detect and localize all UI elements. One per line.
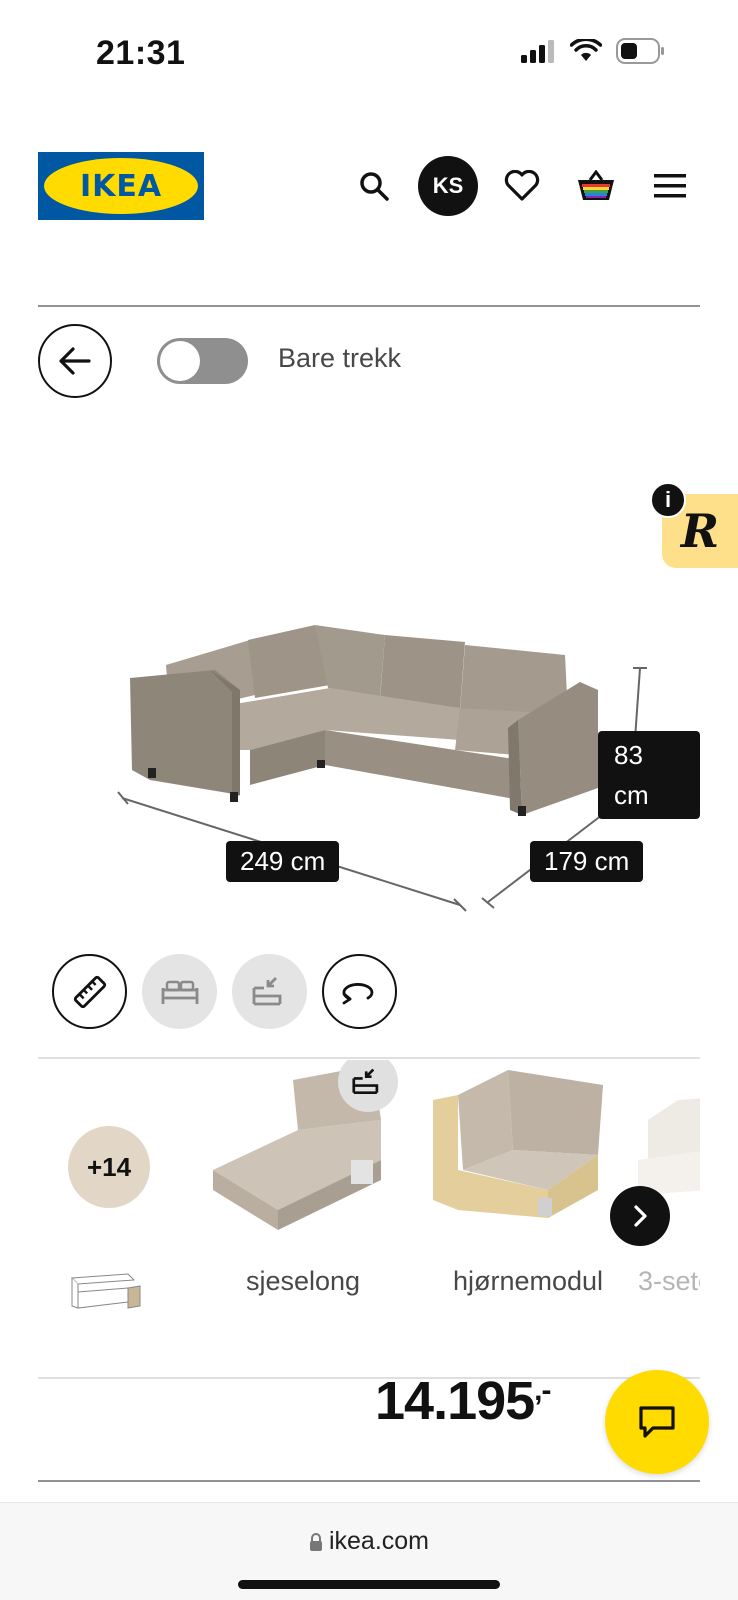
price-top-divider bbox=[38, 1377, 700, 1379]
ikea-logo[interactable]: IKEA bbox=[38, 152, 204, 220]
battery-icon bbox=[616, 38, 664, 64]
price-amount: 14.195 bbox=[375, 1371, 535, 1431]
measure-button[interactable] bbox=[52, 954, 127, 1029]
corner-module-image bbox=[433, 1070, 603, 1218]
status-time: 21:31 bbox=[96, 34, 186, 72]
ruler-icon bbox=[73, 975, 106, 1008]
chaise-icon bbox=[352, 1068, 379, 1094]
rotate-icon bbox=[342, 982, 373, 1004]
menu-button[interactable] bbox=[640, 156, 700, 216]
rotate-button[interactable] bbox=[322, 954, 397, 1029]
module-label: hjørnemodul bbox=[452, 1266, 604, 1296]
basket-button[interactable] bbox=[566, 156, 626, 216]
chaise-icon bbox=[252, 976, 281, 1005]
search-icon bbox=[360, 172, 389, 201]
price-bottom-divider bbox=[38, 1480, 700, 1482]
module-carousel: +14 sjeselong hjørnemodul 3-set bbox=[38, 1060, 700, 1320]
covers-only-toggle[interactable] bbox=[157, 338, 248, 384]
r-logo-icon: R bbox=[680, 504, 720, 558]
heart-icon bbox=[504, 170, 540, 201]
info-icon[interactable]: i bbox=[650, 482, 686, 518]
carousel-next-button[interactable] bbox=[610, 1186, 670, 1246]
avatar: KS bbox=[418, 156, 478, 216]
tools-divider bbox=[38, 1057, 700, 1059]
chat-icon bbox=[639, 1406, 675, 1438]
site-header: IKEA KS bbox=[38, 150, 700, 220]
logo-text: IKEA bbox=[79, 168, 163, 204]
wifi-icon bbox=[570, 39, 602, 61]
status-bar: 21:31 bbox=[0, 0, 738, 110]
chaise-view-button[interactable] bbox=[232, 954, 307, 1029]
browser-url-bar[interactable]: ikea.com bbox=[0, 1502, 738, 1600]
height-dimension-label: 83 cm bbox=[598, 731, 700, 819]
more-modules-badge[interactable]: +14 bbox=[68, 1126, 150, 1208]
url-text: ikea.com bbox=[328, 1527, 430, 1555]
basket-icon bbox=[578, 170, 614, 200]
module-label: 3-sete bbox=[638, 1266, 700, 1296]
status-icons bbox=[520, 38, 666, 64]
price: 14.195,- bbox=[375, 1370, 552, 1432]
signal-icon bbox=[521, 40, 554, 63]
module-item[interactable]: hjørnemodul bbox=[428, 1060, 628, 1320]
width-dimension-label: 249 cm bbox=[226, 841, 340, 882]
lock-icon bbox=[309, 1533, 322, 1551]
header-icons: KS bbox=[330, 156, 700, 216]
module-label: sjeselong bbox=[245, 1266, 361, 1296]
back-button[interactable] bbox=[38, 324, 112, 398]
price-suffix: ,- bbox=[534, 1374, 551, 1407]
home-indicator[interactable] bbox=[238, 1580, 500, 1589]
url-display[interactable]: ikea.com bbox=[0, 1527, 738, 1556]
favourites-button[interactable] bbox=[492, 156, 552, 216]
bed-view-button[interactable] bbox=[142, 954, 217, 1029]
sofa-thumbnail-icon[interactable] bbox=[68, 1268, 144, 1312]
menu-icon bbox=[654, 174, 686, 198]
height-value: 83 bbox=[614, 740, 643, 770]
chat-button[interactable] bbox=[605, 1370, 709, 1474]
arrow-left-icon bbox=[59, 347, 91, 375]
search-button[interactable] bbox=[344, 156, 404, 216]
bed-icon bbox=[161, 980, 198, 1004]
chevron-right-icon bbox=[634, 1205, 647, 1227]
profile-button[interactable]: KS bbox=[418, 156, 478, 216]
view-tools bbox=[52, 954, 397, 1029]
toggle-label: Bare trekk bbox=[278, 343, 402, 373]
module-item[interactable]: sjeselong bbox=[203, 1060, 403, 1320]
toggle-knob bbox=[160, 341, 200, 381]
height-unit: cm bbox=[614, 780, 649, 810]
depth-dimension-label: 179 cm bbox=[530, 841, 644, 882]
header-divider bbox=[38, 305, 700, 307]
